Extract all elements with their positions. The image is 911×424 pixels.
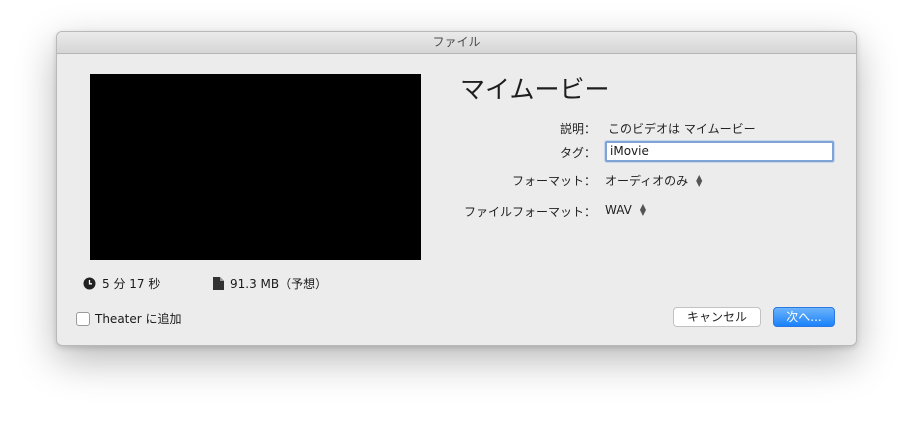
- tag-input[interactable]: iMovie: [605, 141, 834, 162]
- file-format-value: WAV: [605, 203, 632, 217]
- document-icon: [213, 277, 224, 290]
- up-down-arrows-icon: ▲ ▼: [639, 202, 647, 217]
- export-file-dialog: ファイル 5 分 17 秒 91.3 MB（予想） マイムービー 説明： このビ…: [56, 31, 857, 346]
- file-format-select[interactable]: WAV ▲ ▼: [605, 202, 647, 218]
- duration-text: 5 分 17 秒: [102, 277, 161, 291]
- duration-info: 5 分 17 秒: [83, 275, 160, 292]
- format-value: オーディオのみ: [605, 174, 689, 188]
- theater-checkbox-label[interactable]: Theater に追加: [95, 310, 182, 327]
- size-text: 91.3 MB（予想）: [230, 277, 328, 291]
- size-info: 91.3 MB（予想）: [213, 275, 327, 292]
- video-preview: [90, 74, 421, 260]
- description-value[interactable]: このビデオは マイムービー: [608, 120, 756, 137]
- format-label: フォーマット：: [511, 174, 596, 188]
- movie-title: マイムービー: [460, 75, 610, 104]
- cancel-button[interactable]: キャンセル: [673, 307, 761, 327]
- description-label: 説明：: [559, 122, 596, 136]
- theater-checkbox[interactable]: [76, 311, 90, 326]
- clock-icon: [83, 277, 96, 290]
- tag-label: タグ：: [559, 146, 596, 160]
- format-select[interactable]: オーディオのみ ▲ ▼: [605, 172, 702, 189]
- theater-checkbox-row[interactable]: Theater に追加: [76, 310, 182, 327]
- file-format-label: ファイルフォーマット：: [463, 205, 596, 219]
- up-down-arrows-icon: ▲ ▼: [696, 172, 703, 188]
- next-button[interactable]: 次へ...: [773, 307, 835, 327]
- window-title: ファイル: [57, 32, 856, 54]
